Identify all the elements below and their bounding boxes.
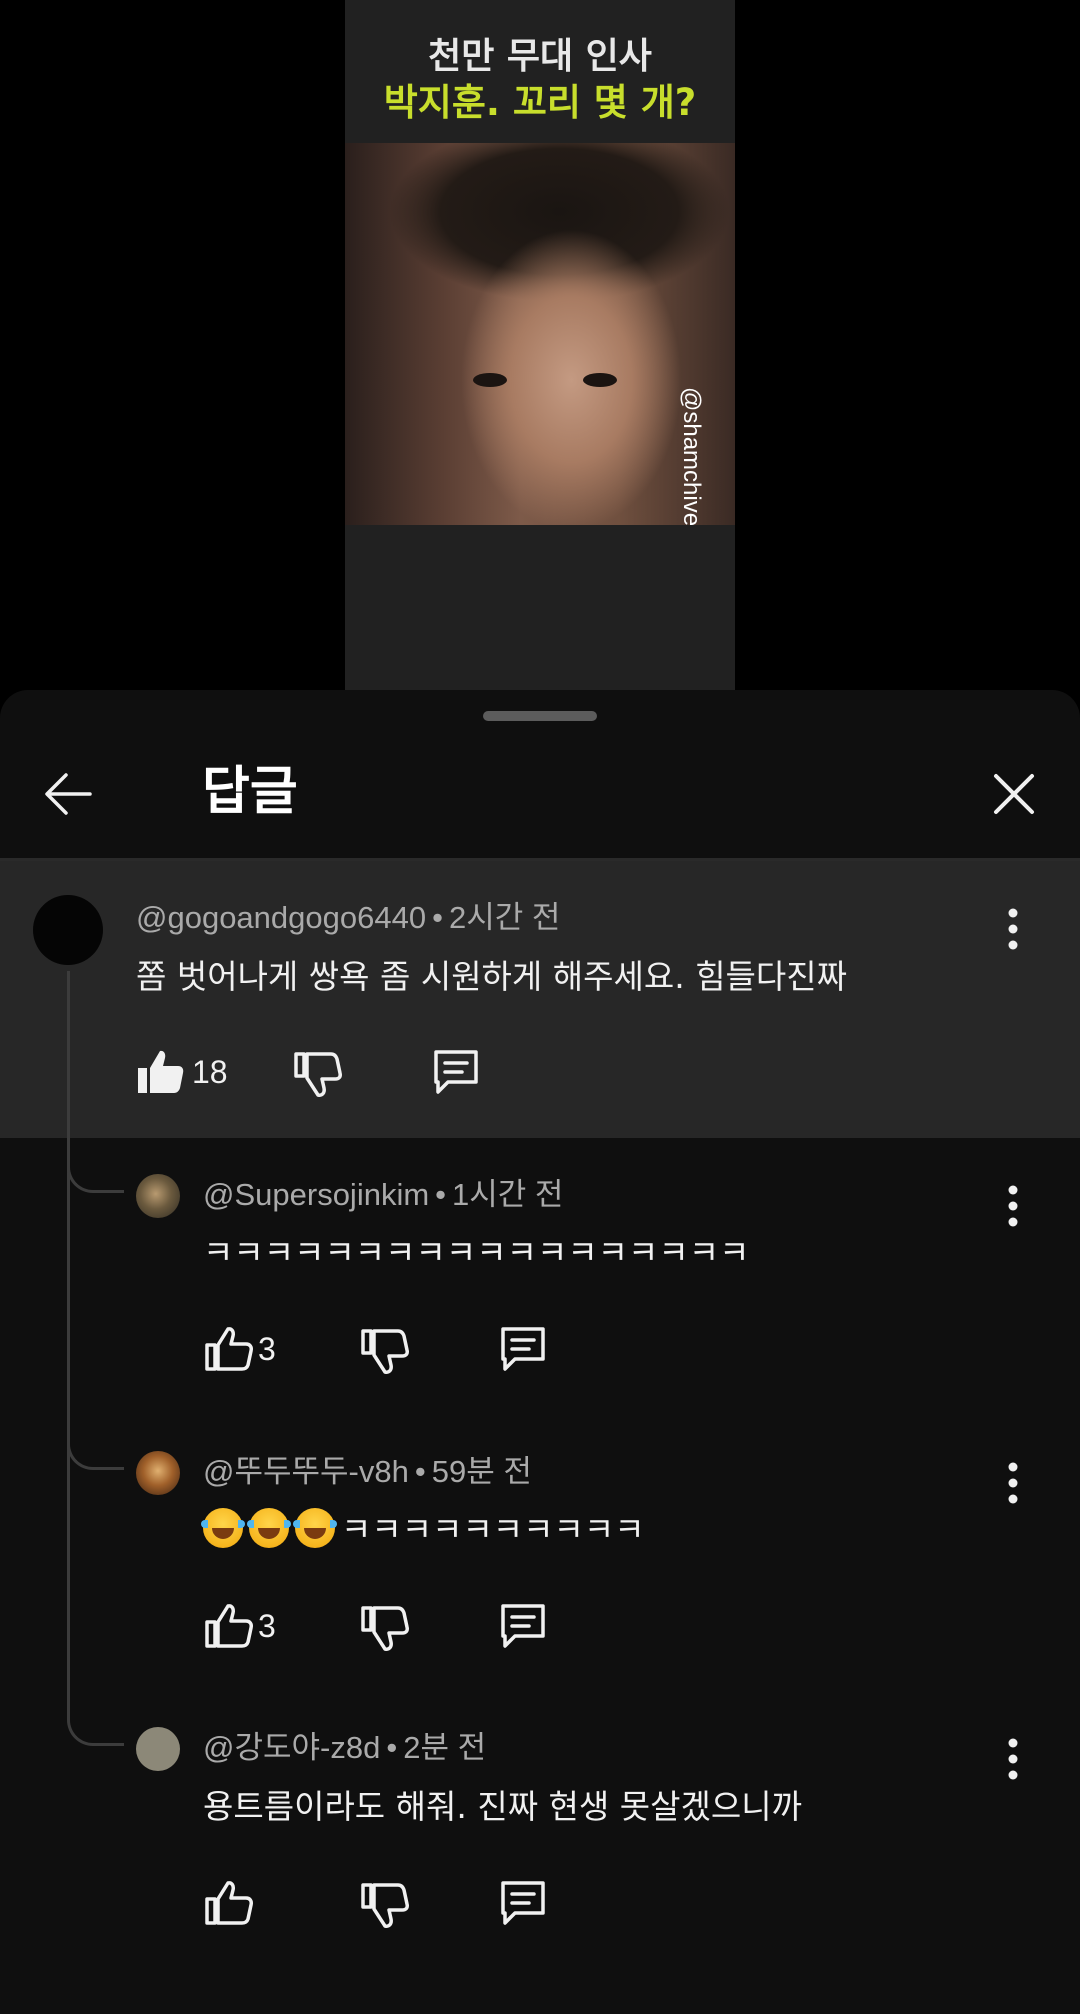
screen: 천만 무대 인사 박지훈. 꼬리 몇 개? @shamchive 답글 @gog… — [0, 0, 1080, 2014]
reply-icon[interactable] — [497, 1600, 549, 1652]
thumbs-down-icon[interactable] — [358, 1602, 410, 1654]
comment-time: 2시간 전 — [448, 900, 561, 935]
meta-separator: • — [386, 1730, 398, 1765]
comment-text: ㅋㅋㅋㅋㅋㅋㅋㅋㅋㅋ — [201, 1507, 645, 1553]
video-title-overlay: 천만 무대 인사 박지훈. 꼬리 몇 개? — [345, 34, 735, 126]
replies-sheet: 답글 @gogoandgogo6440 • 2시간 전 쫌 벗어나게 쌍욕 좀 시원… — [0, 690, 1080, 2014]
more-options-icon[interactable] — [998, 1737, 1028, 1781]
meta-separator: • — [435, 1177, 447, 1212]
thumbs-up-icon[interactable] — [202, 1323, 254, 1375]
comment-author[interactable]: @gogoandgogo6440 — [136, 900, 426, 935]
like-count: 3 — [258, 1331, 276, 1367]
avatar[interactable] — [136, 1174, 180, 1218]
comment-text: 쫌 벗어나게 쌍욕 좀 시원하게 해주세요. 힘들다진짜 — [136, 957, 847, 996]
video-watermark: @shamchive — [678, 387, 705, 527]
avatar[interactable] — [136, 1727, 180, 1771]
video-title-line1: 천만 무대 인사 — [428, 36, 652, 77]
meta-separator: • — [414, 1454, 426, 1489]
close-icon[interactable] — [986, 766, 1042, 822]
comment-author[interactable]: @강도야-z8d — [203, 1730, 380, 1765]
video-face-eye-right — [583, 373, 617, 387]
comment-text-body: ㅋㅋㅋㅋㅋㅋㅋㅋㅋㅋ — [341, 1510, 645, 1549]
thumbs-up-icon[interactable] — [202, 1877, 254, 1929]
more-options-icon[interactable] — [998, 1184, 1028, 1228]
comment-author[interactable]: @Supersojinkim — [203, 1177, 429, 1212]
more-options-icon[interactable] — [998, 907, 1028, 951]
comment-text: 용트름이라도 해줘. 진짜 현생 못살겠으니까 — [203, 1787, 802, 1826]
thread-connector — [67, 1138, 124, 1193]
comment-time: 59분 전 — [431, 1454, 532, 1489]
arrow-left-icon[interactable] — [40, 766, 96, 822]
tears-of-joy-emoji-icon — [201, 1508, 245, 1548]
tears-of-joy-emoji-icon — [293, 1508, 337, 1548]
thumbs-down-icon[interactable] — [291, 1048, 343, 1100]
comment-author[interactable]: @뚜두뚜두-v8h — [203, 1454, 409, 1489]
thread-line — [67, 971, 70, 1691]
thumbs-up-icon[interactable] — [202, 1600, 254, 1652]
thumbs-down-icon[interactable] — [358, 1879, 410, 1931]
comment-time: 2분 전 — [403, 1730, 487, 1765]
reply-icon[interactable] — [430, 1046, 482, 1098]
meta-separator: • — [432, 900, 443, 935]
drag-handle[interactable] — [483, 711, 597, 721]
comment-meta: @뚜두뚜두-v8h • 59분 전 — [203, 1452, 532, 1492]
comment-time: 1시간 전 — [452, 1177, 564, 1212]
comment-meta: @강도야-z8d • 2분 전 — [203, 1728, 486, 1768]
avatar[interactable] — [33, 895, 103, 965]
thumbs-down-icon[interactable] — [358, 1325, 410, 1377]
replies-title: 답글 — [202, 762, 298, 822]
comment-meta: @Supersojinkim • 1시간 전 — [203, 1175, 563, 1215]
reply-icon[interactable] — [497, 1323, 549, 1375]
like-count: 18 — [192, 1054, 228, 1090]
thread-connector — [67, 1415, 124, 1470]
video-face-eye-left — [473, 373, 507, 387]
video-title-line2: 박지훈. 꼬리 몇 개? — [383, 81, 697, 124]
like-count: 3 — [258, 1608, 276, 1644]
comment-text: ㅋㅋㅋㅋㅋㅋㅋㅋㅋㅋㅋㅋㅋㅋㅋㅋㅋㅋ — [203, 1233, 750, 1272]
video-player[interactable]: 천만 무대 인사 박지훈. 꼬리 몇 개? @shamchive — [345, 0, 735, 690]
more-options-icon[interactable] — [998, 1461, 1028, 1505]
avatar[interactable] — [136, 1451, 180, 1495]
tears-of-joy-emoji-icon — [247, 1508, 291, 1548]
reply-icon[interactable] — [497, 1877, 549, 1929]
comment-meta: @gogoandgogo6440 • 2시간 전 — [136, 898, 560, 938]
thumbs-up-filled-icon[interactable] — [134, 1046, 186, 1098]
thread-connector — [67, 1691, 124, 1746]
